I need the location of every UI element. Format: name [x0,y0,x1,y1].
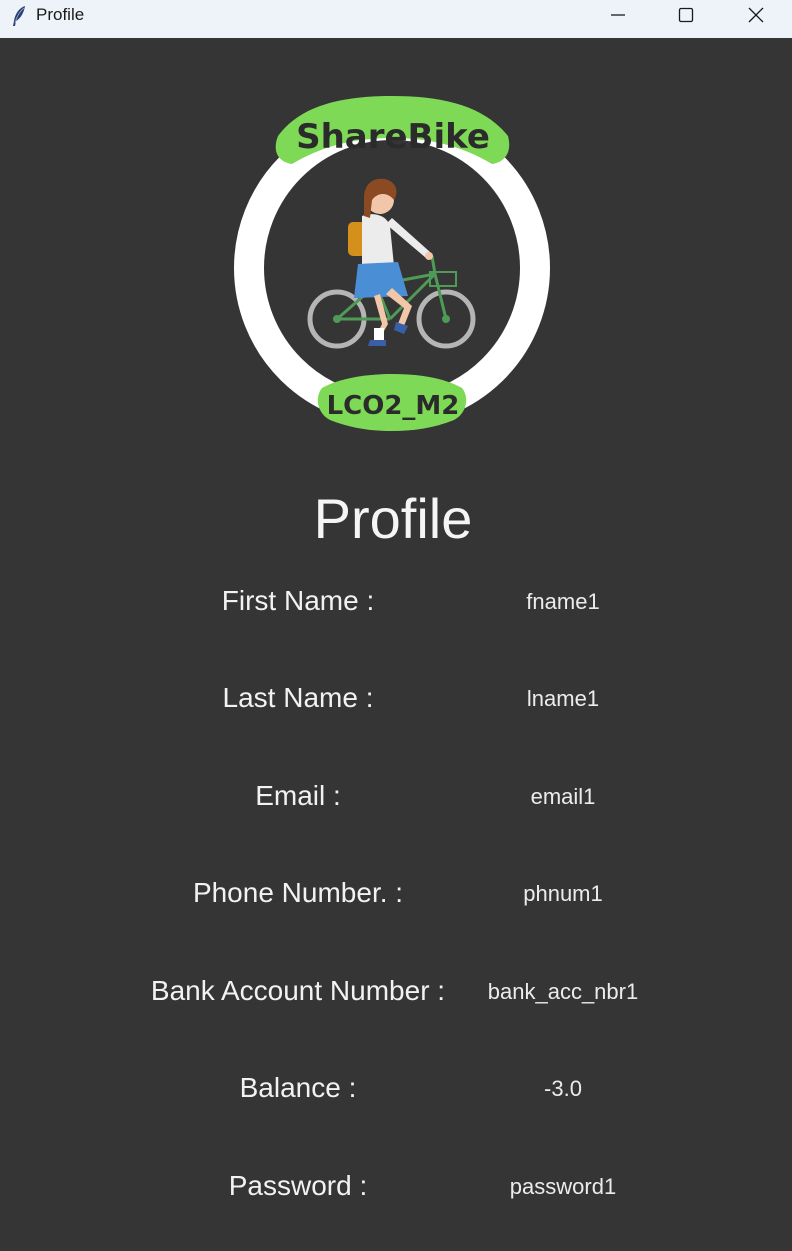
field-row-email: Email : email1 [0,780,792,824]
minimize-button[interactable] [584,0,652,30]
first-name-label: First Name : [221,585,375,616]
field-row-bank-account: Bank Account Number : bank_acc_nbr1 [0,975,792,1019]
password-value: password1 [509,1174,617,1199]
sharebike-logo: ShareBike LCO2_M2 [230,76,556,436]
window-title: Profile [36,5,85,24]
last-name-value: lname1 [526,686,600,711]
phone-number-label: Phone Number. : [192,877,404,908]
bank-account-label: Bank Account Number : [150,975,446,1006]
field-row-password: Password : password1 [0,1170,792,1214]
last-name-label: Last Name : [222,682,374,713]
balance-value: -3.0 [544,1076,582,1101]
close-icon [748,7,764,23]
first-name-value: fname1 [526,589,600,614]
field-row-first-name: First Name : fname1 [0,585,792,629]
minimize-icon [611,14,625,16]
field-row-last-name: Last Name : lname1 [0,682,792,726]
field-row-balance: Balance : -3.0 [0,1072,792,1116]
email-value: email1 [530,784,596,809]
feather-icon [10,5,28,27]
svg-text:LCO2_M2: LCO2_M2 [327,391,460,421]
bank-account-value: bank_acc_nbr1 [487,979,639,1004]
profile-window-content: ShareBike LCO2_M2 Profile First Name: f… [0,38,792,1251]
maximize-button[interactable] [652,0,720,30]
email-label: Email : [255,780,341,811]
close-button[interactable] [722,0,790,30]
balance-label: Balance : [239,1072,357,1103]
field-row-phone-number: Phone Number. : phnum1 [0,877,792,921]
password-label: Password : [228,1170,368,1201]
maximize-icon [678,7,694,23]
svg-text:ShareBike: ShareBike [296,117,490,157]
page-title: Profile [313,487,473,550]
phone-number-value: phnum1 [523,881,603,906]
window-titlebar: Profile [0,0,792,38]
